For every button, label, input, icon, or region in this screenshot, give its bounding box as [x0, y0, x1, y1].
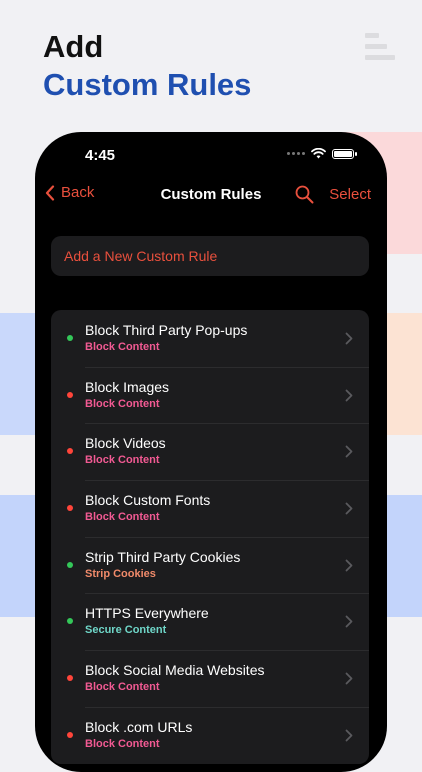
rule-title: HTTPS Everywhere [85, 605, 209, 622]
rule-row[interactable]: Block Social Media Websites Block Content [51, 650, 369, 707]
rule-category: Secure Content [85, 624, 167, 637]
headline: Add Custom Rules [43, 28, 251, 104]
status-dot-red [67, 448, 73, 455]
battery-icon [332, 148, 354, 159]
status-dot-red [67, 731, 73, 738]
rule-category: Block Content [85, 681, 160, 694]
rule-title: Block Videos [85, 435, 166, 452]
rule-row[interactable]: HTTPS Everywhere Secure Content [51, 593, 369, 650]
wifi-icon [311, 148, 326, 159]
rule-title: Block .com URLs [85, 718, 193, 735]
add-custom-rule-button[interactable]: Add a New Custom Rule [51, 236, 369, 276]
rule-row[interactable]: Block Images Block Content [51, 366, 369, 424]
status-time: 4:45 [85, 147, 116, 164]
status-dot-red [67, 505, 73, 512]
select-button[interactable]: Select [329, 186, 371, 203]
rule-category: Block Content [85, 454, 160, 467]
search-icon[interactable] [295, 185, 314, 204]
status-dot-green [67, 618, 73, 625]
chevron-right-icon [345, 332, 353, 345]
rule-category: Block Content [85, 341, 160, 353]
rule-row[interactable]: Strip Third Party Cookies Strip Cookies [51, 536, 369, 594]
rule-category: Block Content [85, 397, 160, 410]
rule-title: Block Custom Fonts [85, 492, 211, 509]
battery-tip [355, 151, 357, 156]
status-dot-red [67, 675, 73, 682]
rule-title: Strip Third Party Cookies [85, 548, 241, 565]
rule-category: Block Content [85, 511, 160, 524]
chevron-right-icon [345, 502, 353, 515]
chevron-right-icon [345, 389, 353, 402]
rule-row[interactable]: Block Custom Fonts Block Content [51, 480, 369, 537]
app-logo-icon [365, 33, 395, 63]
status-dot-red [67, 391, 73, 398]
rule-category: Strip Cookies [85, 567, 156, 580]
rule-category: Block Content [85, 737, 160, 750]
cellular-signal-icon [287, 152, 305, 155]
rule-title: Block Social Media Websites [85, 662, 265, 679]
headline-line-2: Custom Rules [43, 67, 252, 102]
chevron-right-icon [345, 672, 353, 685]
rule-row[interactable]: Block Videos Block Content [51, 423, 369, 480]
phone-frame: 4:45 Back Custom Rules Select Add a New … [35, 132, 387, 772]
rule-row[interactable]: Block .com URLs Block Content [51, 706, 369, 764]
rule-title: Block Images [85, 378, 170, 395]
status-icons [287, 148, 357, 159]
status-bar: 4:45 [35, 132, 387, 182]
navigation-bar: Back Custom Rules Select [35, 178, 387, 208]
chevron-right-icon [345, 616, 353, 628]
chevron-right-icon [345, 729, 353, 742]
rules-list: Block Third Party Pop-ups Block Content Bl… [51, 310, 369, 764]
rule-row[interactable]: Block Third Party Pop-ups Block Content [51, 310, 369, 367]
status-dot-green [67, 335, 73, 341]
status-dot-green [67, 561, 73, 568]
chevron-right-icon [345, 445, 353, 458]
rule-title: Block Third Party Pop-ups [85, 322, 248, 338]
chevron-right-icon [345, 559, 353, 572]
headline-line-1: Add [43, 29, 104, 64]
